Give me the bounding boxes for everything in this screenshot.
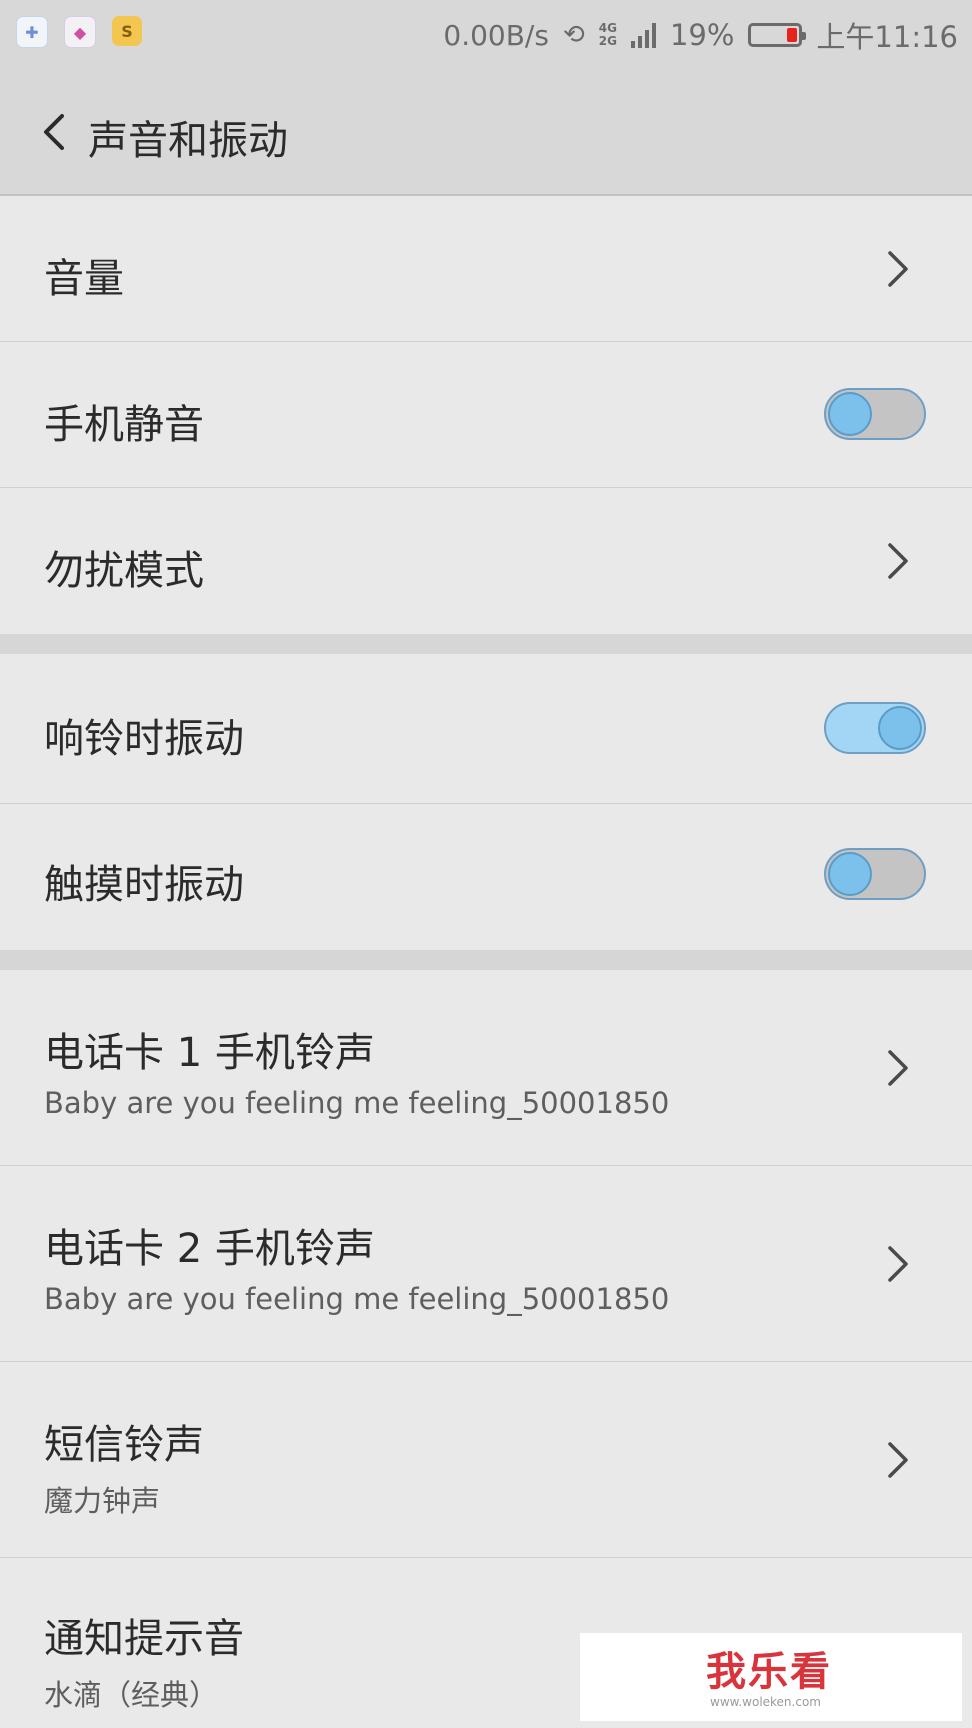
notification-icons: ✚ ◆ S [16, 16, 142, 48]
section-divider [0, 634, 972, 654]
page-title: 声音和振动 [88, 118, 288, 164]
vibrate-on-ring-row: 响铃时振动 [0, 654, 972, 804]
title-bar: 声音和振动 [0, 70, 972, 196]
sim1-ringtone-label: 电话卡 1 手机铃声 [44, 1030, 375, 1076]
section-divider [0, 950, 972, 970]
vibrate-on-touch-toggle[interactable] [824, 848, 926, 900]
silent-mode-label: 手机静音 [44, 402, 204, 448]
do-not-disturb-row[interactable]: 勿扰模式 [0, 488, 972, 634]
chevron-right-icon [886, 249, 910, 289]
silent-mode-row: 手机静音 [0, 342, 972, 488]
battery-percent: 19% [669, 18, 735, 52]
sms-ringtone-row[interactable]: 短信铃声 魔力钟声 [0, 1362, 972, 1558]
sim1-ringtone-row[interactable]: 电话卡 1 手机铃声 Baby are you feeling me feeli… [0, 970, 972, 1166]
s-app-icon: S [112, 16, 142, 46]
rotation-lock-icon: ⟲ [562, 20, 585, 50]
vibrate-on-ring-label: 响铃时振动 [44, 716, 244, 762]
sim1-ringtone-value: Baby are you feeling me feeling_50001850 [44, 1086, 670, 1120]
vibrate-on-touch-label: 触摸时振动 [44, 862, 244, 908]
notification-sound-label: 通知提示音 [44, 1616, 244, 1662]
sim2-ringtone-label: 电话卡 2 手机铃声 [44, 1226, 375, 1272]
status-bar: ✚ ◆ S 0.00B/s ⟲ 4G 2G 19% 上午11:16 [0, 0, 972, 70]
net-speed: 0.00B/s [443, 18, 549, 52]
network-2g-label: 2G [598, 34, 617, 48]
watermark-url: www.woleken.com [710, 1695, 821, 1709]
back-button[interactable] [38, 110, 70, 154]
chevron-right-icon [886, 1244, 910, 1284]
colorful-ball-icon: ◆ [64, 16, 96, 48]
do-not-disturb-label: 勿扰模式 [44, 548, 204, 594]
signal-icon [630, 22, 656, 48]
sms-ringtone-value: 魔力钟声 [44, 1484, 161, 1518]
clock: 上午11:16 [816, 20, 958, 54]
sim2-ringtone-row[interactable]: 电话卡 2 手机铃声 Baby are you feeling me feeli… [0, 1166, 972, 1362]
sim2-ringtone-value: Baby are you feeling me feeling_50001850 [44, 1282, 670, 1316]
watermark-text: 我乐看 [706, 1649, 832, 1695]
silent-mode-toggle[interactable] [824, 388, 926, 440]
vibrate-on-ring-toggle[interactable] [824, 702, 926, 754]
vibrate-on-touch-row: 触摸时振动 [0, 804, 972, 950]
battery-icon [748, 23, 807, 47]
status-indicators: 0.00B/s ⟲ 4G 2G 19% 上午11:16 [443, 14, 958, 56]
watermark: 我乐看 www.woleken.com [580, 1633, 962, 1721]
chevron-right-icon [886, 541, 910, 581]
notification-sound-value: 水滴（经典） [44, 1678, 219, 1712]
chevron-left-icon [44, 114, 64, 150]
volume-row[interactable]: 音量 [0, 196, 972, 342]
chevron-right-icon [886, 1440, 910, 1480]
chevron-right-icon [886, 1048, 910, 1088]
volume-label: 音量 [44, 256, 124, 302]
battery-level [787, 28, 798, 42]
shield-plus-icon: ✚ [16, 16, 48, 48]
dual-network-icon: 4G 2G [599, 22, 617, 48]
sms-ringtone-label: 短信铃声 [44, 1422, 204, 1468]
